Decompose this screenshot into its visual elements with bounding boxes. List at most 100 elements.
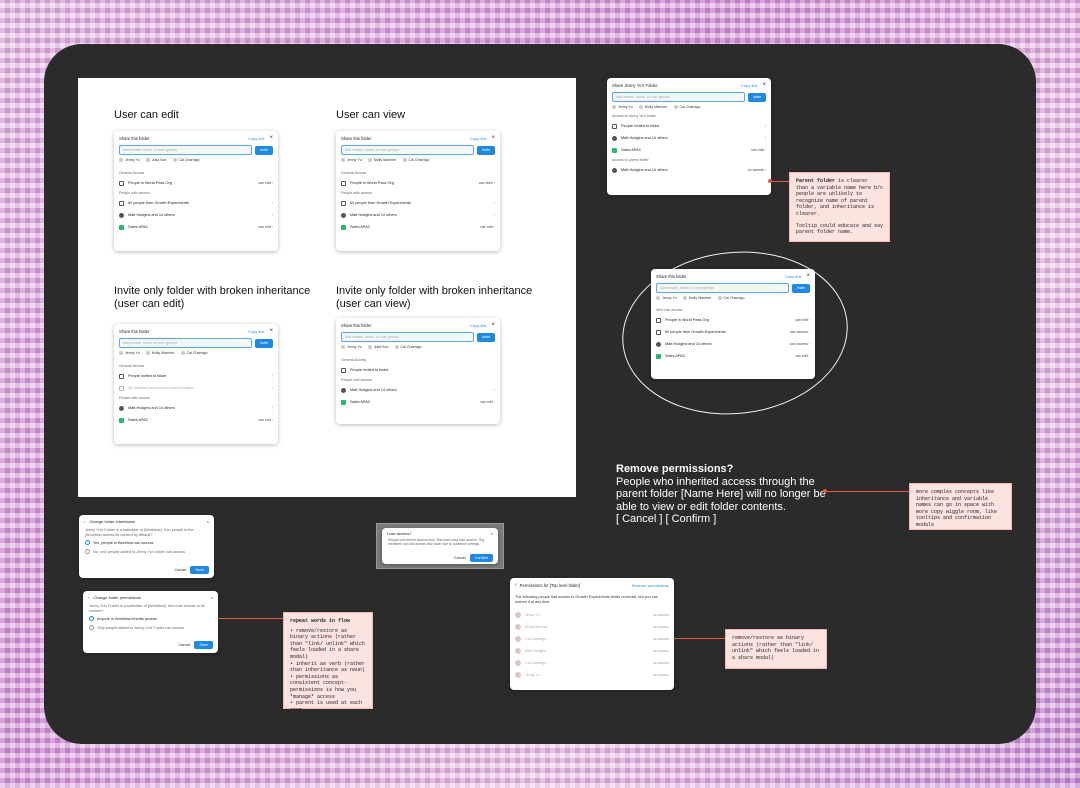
copy-link-button[interactable]: Copy link (470, 136, 486, 141)
access-dropdown[interactable]: can view (479, 181, 495, 185)
copy-link-button[interactable]: Copy link (785, 274, 801, 279)
close-icon[interactable]: × (491, 135, 495, 141)
avatar (515, 636, 521, 642)
invite-button[interactable]: Invite (255, 145, 273, 155)
access-dropdown[interactable] (494, 388, 495, 392)
copy-link-button[interactable]: Copy link (248, 136, 264, 141)
invite-button[interactable]: Invite (748, 92, 766, 102)
access-dropdown[interactable] (765, 124, 766, 128)
access-dropdown[interactable]: can edit (480, 225, 495, 229)
cancel-button[interactable]: Cancel (175, 568, 187, 572)
title-broken-view: Invite only folder with broken inheritan… (336, 285, 533, 310)
section-label: Access to Jenny Yu's folder (612, 114, 656, 118)
copy-link-button[interactable]: Copy link (248, 329, 264, 334)
connector-line (674, 638, 726, 639)
chip[interactable]: Molly Marriner (146, 351, 175, 355)
close-icon[interactable]: × (491, 322, 495, 328)
access-dropdown[interactable] (272, 406, 273, 410)
remove-permissions-link[interactable]: Remove permissions (632, 583, 669, 588)
access-dropdown[interactable]: can edit (795, 354, 810, 358)
invite-input[interactable]: Add emails, name, or user groups (341, 145, 474, 155)
access-dropdown[interactable] (272, 386, 273, 390)
chip[interactable]: Cai Charnigo (173, 158, 200, 162)
chip[interactable]: Jenny Yu (656, 296, 677, 300)
connector-dot (768, 179, 772, 183)
chip[interactable]: Jenny Yu (119, 158, 140, 162)
access-dropdown[interactable]: no access (748, 168, 766, 172)
access-row: People in World Peas Org can edit (651, 314, 815, 326)
close-icon[interactable]: × (491, 531, 493, 536)
invite-input[interactable]: Add emails, name, or user groups (119, 145, 252, 155)
dialog-title: Share this folder (119, 135, 150, 141)
access-dropdown[interactable]: can access (790, 342, 810, 346)
list-item: Jenny Yu no access (510, 669, 674, 681)
cancel-button[interactable]: Cancel (454, 556, 466, 560)
access-dropdown[interactable] (272, 374, 273, 378)
access-dropdown[interactable] (494, 213, 495, 217)
chip[interactable]: Cai Charnigo (718, 296, 745, 300)
invite-button[interactable]: Invite (477, 332, 495, 342)
chip[interactable]: Jenny Yu (612, 105, 633, 109)
chip[interactable]: Cai Charnigo (674, 105, 701, 109)
back-icon[interactable]: ‹ (515, 582, 517, 588)
remove-title: Remove permissions? (616, 463, 734, 475)
access-row: 60 people from Growth Experiments (336, 197, 500, 209)
invite-input[interactable]: Add emails, name, or user groups (612, 92, 745, 102)
confirm-button[interactable]: Confirm (469, 554, 493, 562)
chip[interactable]: Cai Charnigo (395, 345, 422, 349)
section-label: General Access (119, 364, 145, 368)
back-icon[interactable]: ‹ (84, 519, 85, 524)
remove-body: People who inherited access through the … (616, 475, 826, 513)
radio-option[interactable]: No, only people added to Jenny Yu's fold… (79, 547, 214, 556)
access-dropdown[interactable]: can edit (751, 148, 766, 152)
access-dropdown[interactable]: can edit (258, 225, 273, 229)
invite-button[interactable]: Invite (255, 338, 273, 348)
chip[interactable]: Molly Marriner (639, 105, 668, 109)
access-row: People invited to folder (114, 370, 278, 382)
close-icon[interactable]: × (269, 135, 273, 141)
radio-option[interactable]: Only people added to Jenny Yu's Folder c… (83, 623, 218, 632)
back-icon[interactable]: ‹ (88, 595, 89, 600)
dialog-change-permissions: ‹ Change folder permissions × Jenny Yu's F… (83, 591, 218, 653)
invite-button[interactable]: Invite (792, 283, 810, 293)
close-icon[interactable]: × (762, 82, 766, 88)
share-dialog-jenny: Share Jenny Yu's Folder Copy link × Add em… (607, 78, 771, 195)
access-dropdown[interactable]: can access (790, 330, 810, 334)
dialog-change-inheritance: ‹ Change folder inheritance × Jenny Yu's F… (79, 515, 214, 578)
chip[interactable]: Cai Charnigo (181, 351, 208, 355)
chip[interactable]: Molly Marriner (368, 158, 397, 162)
invite-input[interactable]: Add emails, name, or user groups (119, 338, 252, 348)
close-icon[interactable]: × (211, 595, 213, 600)
access-row: Sales APAC can edit (336, 221, 500, 233)
chip[interactable]: Jenny Yu (341, 345, 362, 349)
copy-link-button[interactable]: Copy link (470, 323, 486, 328)
radio-option[interactable]: Anyone in Workflow inherits access (83, 614, 218, 623)
close-icon[interactable]: × (207, 519, 209, 524)
dialog-permissions: ‹ Permissions for [Top level folder] Remov… (510, 578, 674, 690)
chip[interactable]: Jenny Yu (119, 351, 140, 355)
note-restore: remove/restore as binary actions (rather… (725, 629, 827, 669)
access-dropdown[interactable]: can edit (258, 181, 273, 185)
chip[interactable]: Molly Marriner (683, 296, 712, 300)
chip[interactable]: Cai Charnigo (403, 158, 430, 162)
access-dropdown[interactable] (494, 201, 495, 205)
cancel-button[interactable]: Cancel (179, 643, 191, 647)
chip[interactable]: Jenny Yu (341, 158, 362, 162)
invite-input[interactable]: Add emails, name, or user groups (656, 283, 789, 293)
close-icon[interactable]: × (806, 273, 810, 279)
access-dropdown[interactable] (272, 213, 273, 217)
access-dropdown[interactable]: can edit (258, 418, 273, 422)
invite-input[interactable]: Add emails, name, or user groups (341, 332, 474, 342)
access-dropdown[interactable]: can edit (480, 400, 495, 404)
access-dropdown[interactable]: can edit (795, 318, 810, 322)
chip[interactable]: Julia Sun (146, 158, 167, 162)
chip[interactable]: Julia Sun (368, 345, 389, 349)
save-button[interactable]: Save (194, 641, 213, 649)
invite-button[interactable]: Invite (477, 145, 495, 155)
close-icon[interactable]: × (269, 328, 273, 334)
access-dropdown[interactable] (765, 136, 766, 140)
copy-link-button[interactable]: Copy link (741, 83, 757, 88)
save-button[interactable]: Save (190, 566, 209, 574)
radio-option[interactable]: Yes, people in Workflow can access (79, 538, 214, 547)
access-dropdown[interactable] (272, 201, 273, 205)
